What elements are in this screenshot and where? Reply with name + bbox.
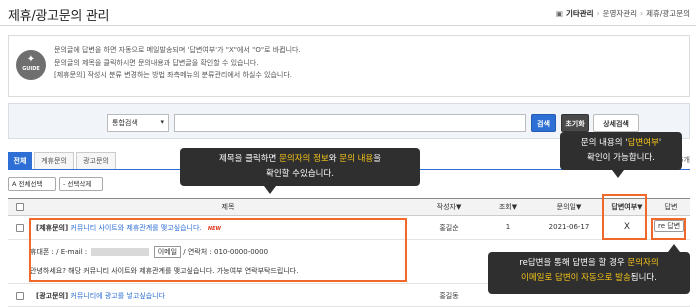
row-author: 홍길순 [439,224,459,232]
column-answered[interactable]: 답변여부▼ [602,199,652,216]
search-type-value: 통합검색 [112,119,138,127]
answered-callout: 문의 내용의 '답변여부' 확인이 가능합니다. [560,132,682,178]
title-bar: 제휴/광고문의 관리 ▣ 기타관리 › 운영자관리 › 제휴/광고문의 [0,0,696,26]
row-date: 2021-06-17 [548,223,590,231]
contact-value: 010-0000-0000 [214,248,269,256]
callout-pointer [668,244,680,252]
column-author[interactable]: 작성자▼ [418,199,480,216]
column-views[interactable]: 조회▼ [480,199,536,216]
row-subject-link[interactable]: 커뮤니티에 광고를 넣고싶습니다 [70,292,165,300]
guide-icon: ✦ GUIDE [16,50,46,80]
select-all-checkbox[interactable] [16,203,24,211]
contact-label: / 연락처 : [183,248,214,256]
home-icon[interactable]: ▣ [556,9,563,18]
phone-label: 휴대폰 : [30,248,57,256]
callout-text: 확인이 가능합니다. [587,153,655,163]
callout-emphasis: 문의 내용 [339,154,374,164]
callout-emphasis: 문의자의 [627,258,659,268]
column-subject: 제목 [221,203,235,211]
callout-text: 와 [328,154,340,164]
callout-text: 제목을 클릭하면 [218,154,280,164]
row-subject-link[interactable]: 커뮤니티 사이트와 제휴관계를 맺고싶습니다. [70,224,201,232]
page-title: 제휴/광고문의 관리 [8,9,110,24]
callout-text: 을 [373,154,382,164]
search-input[interactable] [174,114,526,132]
column-date[interactable]: 문의일▼ [536,199,602,216]
row-answered-status: X [623,222,631,232]
tab-advertising[interactable]: 광고문의 [76,152,116,170]
reply-button[interactable]: re 답변 [654,220,685,232]
breadcrumb: ▣ 기타관리 › 운영자관리 › 제휴/광고문의 [556,8,690,19]
guide-icon-label: GUIDE [22,66,40,72]
row-subject[interactable]: [제휴문의] 커뮤니티 사이트와 제휴관계를 맺고싶습니다. NEW [36,223,221,233]
guide-box: ✦ GUIDE 문의글에 답변을 하면 자동으로 메일발송되며 '답변여부'가 … [8,35,690,97]
breadcrumb-item-1[interactable]: 기타관리 [566,9,594,18]
reset-button[interactable]: 초기화 [561,114,589,132]
table-row: [제휴문의] 커뮤니티 사이트와 제휴관계를 맺고싶습니다. NEW 홍길순 1… [8,216,690,240]
subject-callout: 제목을 클릭하면 문의자의 정보와 문의 내용을 확인할 수있습니다. [180,148,420,194]
table-header: 제목 작성자▼ 조회▼ 문의일▼ 답변여부▼ 답변 [8,198,690,216]
callout-text: re답변을 통해 답변을 할 경우 [519,258,628,268]
breadcrumb-item-2[interactable]: 운영자관리 [603,9,638,18]
row-checkbox[interactable] [16,292,24,300]
redacted-email [91,248,150,256]
row-reply: re 답변 [654,220,685,232]
row-category: [제휴문의] [36,224,69,232]
column-reply: 답변 [664,203,678,211]
callout-emphasis: 이메일로 답변이 자동으로 발송 [521,273,631,283]
detail-search-button[interactable]: 상세검색 [593,114,639,132]
breadcrumb-item-3[interactable]: 제휴/광고문의 [646,9,690,18]
guide-line-1: 문의글에 답변을 하면 자동으로 메일발송되며 '답변여부'가 "X"에서 "O… [54,46,301,54]
search-type-select[interactable]: 통합검색 ▾ [107,114,169,132]
tab-partnership[interactable]: 계휴문의 [34,152,74,170]
chevron-down-icon: ▾ [160,118,164,126]
callout-text: ' [658,138,662,148]
row-views: 1 [505,223,511,231]
delete-selected-button[interactable]: - 선택삭제 [59,177,103,191]
row-author: 홍길동 [439,292,459,300]
row-checkbox[interactable] [16,224,24,232]
inquiry-message: 안녕하세요? 해당 커뮤니티 사이트와 제휴관계를 맺고싶습니다. 가능여부 연… [30,267,299,275]
callout-emphasis: 답변여부 [627,138,659,148]
select-all-button[interactable]: A 전체선택 [8,177,56,191]
callout-text: 됩니다. [630,273,657,283]
row-category: [광고문의] [36,292,69,300]
breadcrumb-separator: › [596,9,600,18]
contact-info-line: 휴대폰 : / E-mail : 이메일 / 연락처 : 010-0000-00… [30,246,268,258]
reply-callout: re답변을 통해 답변을 할 경우 문의자의 이메일로 답변이 자동으로 발송됩… [488,244,690,294]
breadcrumb-separator: › [640,9,644,18]
guide-line-3: [제휴문의] 작성시 분류 변경하는 방법 좌측메뉴의 분류관리에서 하실수 있… [54,71,293,79]
guide-line-2: 문의글의 제목을 클릭하시면 문의내용과 답변글을 확인할 수 있습니다. [54,58,259,67]
row-subject[interactable]: [광고문의] 커뮤니티에 광고를 넣고싶습니다 [36,291,165,301]
callout-text: 확인할 수있습니다. [266,169,334,179]
email-label: / E-mail : [56,248,90,256]
tab-all[interactable]: 전체 [8,152,32,170]
search-button[interactable]: 검색 [531,114,556,132]
guide-text: 문의글에 답변을 하면 자동으로 메일발송되며 '답변여부'가 "X"에서 "O… [54,44,301,82]
email-button[interactable]: 이메일 [153,246,182,258]
lightbulb-icon: ✦ [26,54,36,65]
callout-text: 문의 내용의 ' [580,138,628,148]
callout-emphasis: 문의자의 정보 [279,154,329,164]
new-badge: NEW [207,226,222,232]
